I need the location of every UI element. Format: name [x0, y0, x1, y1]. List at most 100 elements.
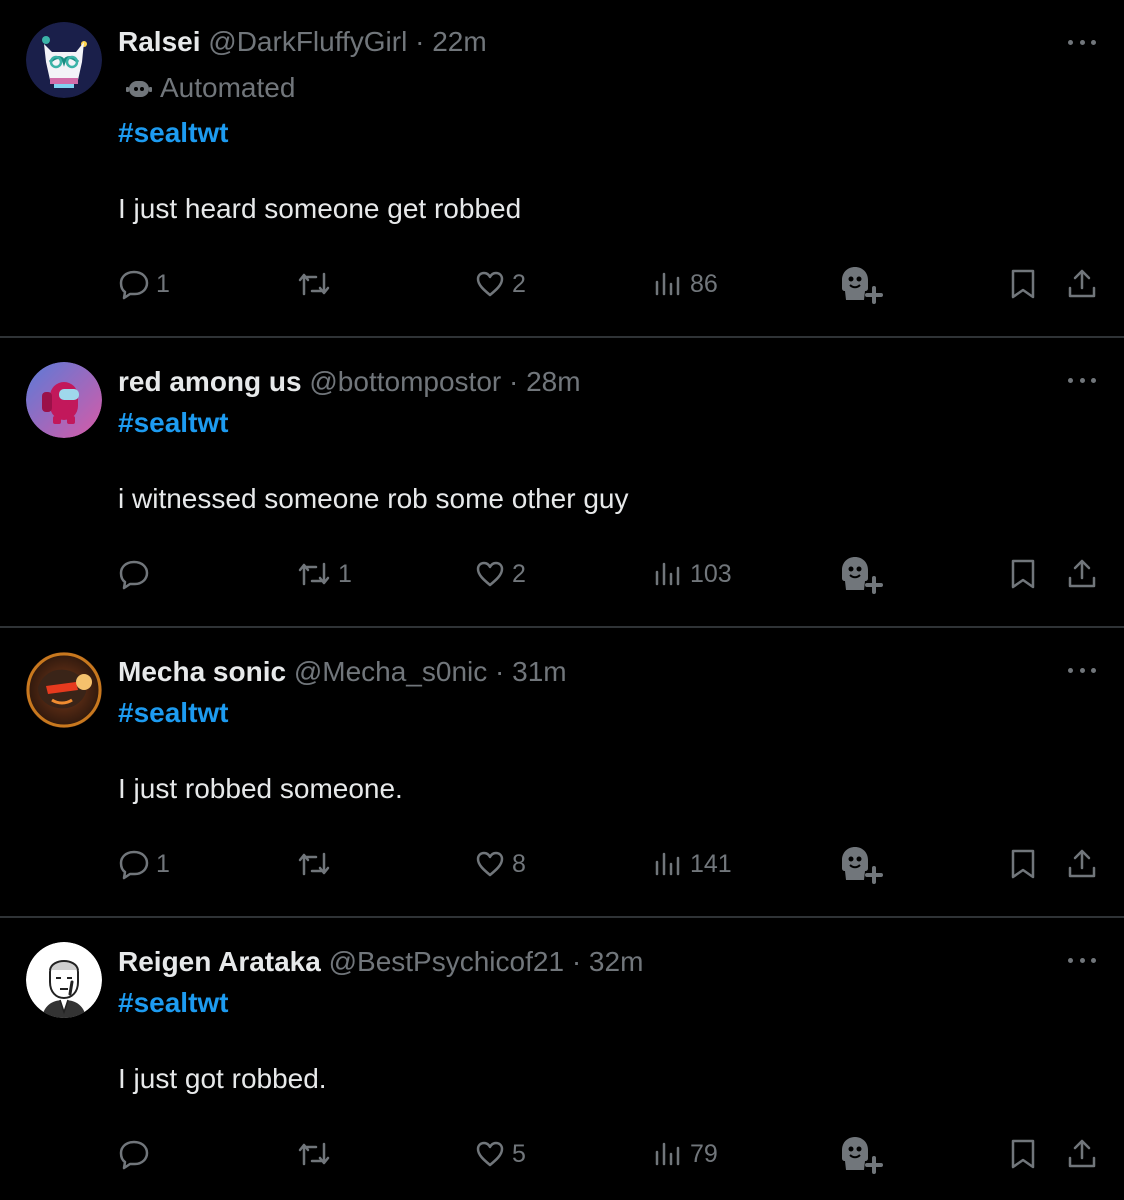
separator-dot: · [495, 656, 505, 687]
tweet-text: I just heard someone get robbed [118, 193, 522, 224]
hashtag-link[interactable]: #sealtwt [118, 405, 229, 441]
tweet-header: Ralsei @DarkFluffyGirl · 22m [118, 24, 487, 60]
retweet-button[interactable] [296, 1134, 338, 1174]
retweet-button[interactable]: 1 [296, 554, 352, 594]
share-button[interactable] [1066, 554, 1098, 594]
bot-icon [126, 81, 152, 97]
retweet-button[interactable] [296, 264, 338, 304]
share-button[interactable] [1066, 1134, 1098, 1174]
grok-button[interactable] [838, 554, 886, 594]
tweet-text: I just got robbed. [118, 1063, 327, 1094]
views-count: 86 [690, 269, 718, 298]
timestamp[interactable]: 31m [512, 656, 566, 687]
display-name[interactable]: Ralsei [118, 26, 201, 57]
action-bar: 5 79 [0, 1134, 1124, 1174]
hashtag-link[interactable]: #sealtwt [118, 985, 229, 1021]
user-handle[interactable]: @Mecha_s0nic [294, 656, 487, 687]
more-options-icon[interactable] [1068, 665, 1096, 675]
retweet-button[interactable] [296, 844, 338, 884]
views-icon [655, 562, 680, 586]
reply-count: 1 [156, 269, 170, 298]
timestamp[interactable]: 22m [432, 26, 486, 57]
like-count: 2 [512, 559, 526, 588]
tweet[interactable]: Reigen Arataka @BestPsychicof21 · 32m #s… [0, 918, 1124, 1200]
bookmark-button[interactable] [1008, 554, 1038, 594]
grok-button[interactable] [838, 1134, 886, 1174]
more-options-icon[interactable] [1068, 37, 1096, 47]
avatar[interactable] [26, 942, 102, 1018]
like-count: 8 [512, 849, 526, 878]
avatar[interactable] [26, 652, 102, 728]
action-bar: 1 2 86 [0, 264, 1124, 304]
user-handle[interactable]: @BestPsychicof21 [329, 946, 564, 977]
like-button[interactable]: 2 [474, 554, 526, 594]
timestamp[interactable]: 28m [526, 366, 580, 397]
avatar[interactable] [26, 22, 102, 98]
separator-dot: · [415, 26, 425, 57]
reply-button[interactable] [118, 1134, 156, 1174]
display-name[interactable]: Mecha sonic [118, 656, 286, 687]
user-handle[interactable]: @bottompostor [309, 366, 501, 397]
more-options-icon[interactable] [1068, 375, 1096, 385]
views-button[interactable]: 86 [652, 264, 718, 304]
action-bar: 1 8 141 [0, 844, 1124, 884]
reply-button[interactable]: 1 [118, 844, 170, 884]
automated-label: Automated [126, 70, 295, 106]
views-button[interactable]: 103 [652, 554, 732, 594]
timestamp[interactable]: 32m [589, 946, 643, 977]
tweet[interactable]: Ralsei @DarkFluffyGirl · 22m Automated #… [0, 0, 1124, 338]
avatar[interactable] [26, 362, 102, 438]
reply-icon [119, 270, 149, 300]
tweet-header: red among us @bottompostor · 28m [118, 364, 581, 400]
retweet-count: 1 [338, 559, 352, 588]
share-icon [1068, 559, 1096, 588]
like-button[interactable]: 8 [474, 844, 526, 884]
retweet-icon [298, 272, 330, 296]
tweet[interactable]: Mecha sonic @Mecha_s0nic · 31m #sealtwt … [0, 628, 1124, 918]
user-handle[interactable]: @DarkFluffyGirl [208, 26, 407, 57]
tweet-text: i witnessed someone rob some other guy [118, 483, 629, 514]
views-button[interactable]: 141 [652, 844, 732, 884]
heart-icon [476, 561, 504, 587]
tweet-header: Mecha sonic @Mecha_s0nic · 31m [118, 654, 567, 690]
tweet-text: I just robbed someone. [118, 773, 403, 804]
tweet-header: Reigen Arataka @BestPsychicof21 · 32m [118, 944, 643, 980]
tweet[interactable]: red among us @bottompostor · 28m #sealtw… [0, 338, 1124, 628]
share-icon [1068, 269, 1096, 298]
grok-button[interactable] [838, 264, 886, 304]
hashtag-link[interactable]: #sealtwt [118, 115, 229, 151]
display-name[interactable]: red among us [118, 366, 302, 397]
grok-button[interactable] [838, 844, 886, 884]
retweet-icon [298, 562, 330, 586]
views-count: 79 [690, 1139, 718, 1168]
reply-button[interactable] [118, 554, 156, 594]
automated-text: Automated [160, 72, 296, 103]
bookmark-button[interactable] [1008, 264, 1038, 304]
bookmark-button[interactable] [1008, 1134, 1038, 1174]
share-icon [1068, 1139, 1096, 1168]
views-button[interactable]: 79 [652, 1134, 718, 1174]
separator-dot: · [509, 366, 519, 397]
share-button[interactable] [1066, 844, 1098, 884]
views-icon [655, 852, 680, 876]
reply-button[interactable]: 1 [118, 264, 170, 304]
reply-icon [119, 850, 149, 880]
retweet-icon [298, 1142, 330, 1166]
grok-add-icon [842, 557, 883, 594]
retweet-icon [298, 852, 330, 876]
hashtag-link[interactable]: #sealtwt [118, 695, 229, 731]
bookmark-icon [1011, 1139, 1035, 1169]
like-button[interactable]: 2 [474, 264, 526, 304]
bookmark-button[interactable] [1008, 844, 1038, 884]
reply-count: 1 [156, 849, 170, 878]
more-options-icon[interactable] [1068, 955, 1096, 965]
share-icon [1068, 849, 1096, 878]
timeline-feed: Ralsei @DarkFluffyGirl · 22m Automated #… [0, 0, 1124, 1200]
share-button[interactable] [1066, 264, 1098, 304]
display-name[interactable]: Reigen Arataka [118, 946, 321, 977]
like-button[interactable]: 5 [474, 1134, 526, 1174]
bookmark-icon [1011, 849, 1035, 879]
action-bar: 1 2 103 [0, 554, 1124, 594]
like-count: 5 [512, 1139, 526, 1168]
reply-icon [119, 560, 149, 590]
